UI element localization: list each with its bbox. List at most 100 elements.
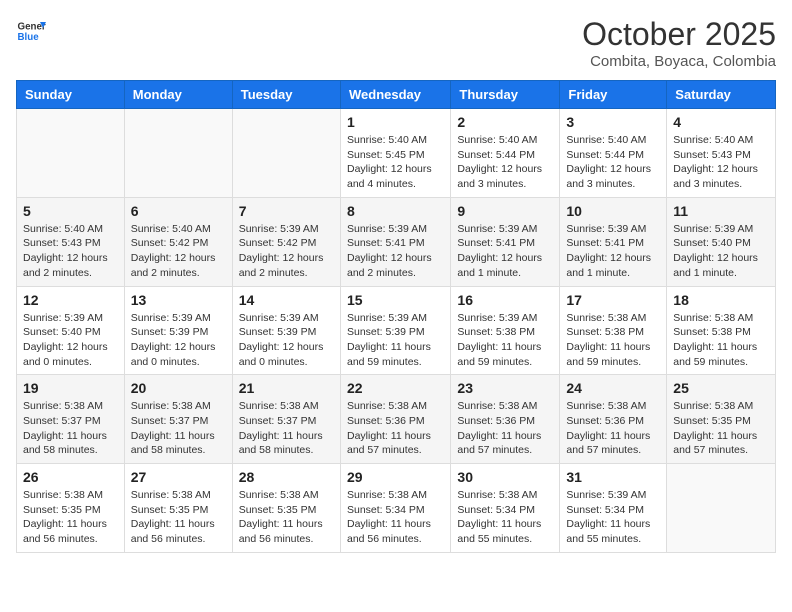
calendar-cell: 22Sunrise: 5:38 AM Sunset: 5:36 PM Dayli… <box>340 375 450 464</box>
day-number: 3 <box>566 114 660 130</box>
day-info: Sunrise: 5:38 AM Sunset: 5:35 PM Dayligh… <box>23 488 118 547</box>
day-info: Sunrise: 5:38 AM Sunset: 5:36 PM Dayligh… <box>566 399 660 458</box>
calendar-cell: 21 Sunrise: 5:38 AM Sunset: 5:37 PM Dayli… <box>232 375 340 464</box>
day-number: 17 <box>566 292 660 308</box>
weekday-header-friday: Friday <box>560 81 667 109</box>
day-number: 28 <box>239 469 334 485</box>
day-number: 31 <box>566 469 660 485</box>
day-info: Sunrise: 5:39 AM Sunset: 5:38 PM Dayligh… <box>457 311 553 370</box>
day-info: Sunrise: 5:40 AM Sunset: 5:43 PM Dayligh… <box>23 222 118 281</box>
calendar-cell: 27 Sunrise: 5:38 AM Sunset: 5:35 PM Dayli… <box>124 464 232 553</box>
calendar-cell: 23Sunrise: 5:38 AM Sunset: 5:36 PM Dayli… <box>451 375 560 464</box>
day-info: Sunrise: 5:38 AM Sunset: 5:37 PM Dayligh… <box>239 399 334 458</box>
day-number: 24 <box>566 380 660 396</box>
weekday-header-saturday: Saturday <box>667 81 776 109</box>
day-number: 9 <box>457 203 553 219</box>
calendar-cell: 26 Sunrise: 5:38 AM Sunset: 5:35 PM Dayli… <box>17 464 125 553</box>
day-number: 15 <box>347 292 444 308</box>
calendar-cell: 14 Sunrise: 5:39 AM Sunset: 5:39 PM Dayli… <box>232 286 340 375</box>
calendar-week-4: 19 Sunrise: 5:38 AM Sunset: 5:37 PM Dayli… <box>17 375 776 464</box>
calendar-table: SundayMondayTuesdayWednesdayThursdayFrid… <box>16 80 776 553</box>
svg-text:Blue: Blue <box>18 32 40 43</box>
day-info: Sunrise: 5:38 AM Sunset: 5:38 PM Dayligh… <box>673 311 769 370</box>
day-info: Sunrise: 5:39 AM Sunset: 5:39 PM Dayligh… <box>239 311 334 370</box>
calendar-week-3: 12 Sunrise: 5:39 AM Sunset: 5:40 PM Dayli… <box>17 286 776 375</box>
calendar-cell <box>124 109 232 198</box>
day-info: Sunrise: 5:40 AM Sunset: 5:45 PM Dayligh… <box>347 133 444 192</box>
day-info: Sunrise: 5:39 AM Sunset: 5:34 PM Dayligh… <box>566 488 660 547</box>
weekday-header-wednesday: Wednesday <box>340 81 450 109</box>
day-number: 19 <box>23 380 118 396</box>
day-number: 27 <box>131 469 226 485</box>
month-year: October 2025 <box>582 16 776 53</box>
day-info: Sunrise: 5:38 AM Sunset: 5:37 PM Dayligh… <box>131 399 226 458</box>
weekday-header-tuesday: Tuesday <box>232 81 340 109</box>
calendar-cell: 18 Sunrise: 5:38 AM Sunset: 5:38 PM Dayli… <box>667 286 776 375</box>
day-info: Sunrise: 5:40 AM Sunset: 5:43 PM Dayligh… <box>673 133 769 192</box>
day-number: 25 <box>673 380 769 396</box>
day-info: Sunrise: 5:39 AM Sunset: 5:39 PM Dayligh… <box>131 311 226 370</box>
calendar-cell: 31 Sunrise: 5:39 AM Sunset: 5:34 PM Dayli… <box>560 464 667 553</box>
day-number: 20 <box>131 380 226 396</box>
calendar-week-1: 1 Sunrise: 5:40 AM Sunset: 5:45 PM Daylig… <box>17 109 776 198</box>
day-number: 22 <box>347 380 444 396</box>
calendar-cell: 1 Sunrise: 5:40 AM Sunset: 5:45 PM Daylig… <box>340 109 450 198</box>
calendar-cell: 12 Sunrise: 5:39 AM Sunset: 5:40 PM Dayli… <box>17 286 125 375</box>
calendar-cell: 7Sunrise: 5:39 AM Sunset: 5:42 PM Daylig… <box>232 197 340 286</box>
day-info: Sunrise: 5:38 AM Sunset: 5:35 PM Dayligh… <box>673 399 769 458</box>
day-number: 4 <box>673 114 769 130</box>
day-info: Sunrise: 5:40 AM Sunset: 5:44 PM Dayligh… <box>566 133 660 192</box>
day-number: 10 <box>566 203 660 219</box>
day-info: Sunrise: 5:39 AM Sunset: 5:41 PM Dayligh… <box>457 222 553 281</box>
day-number: 26 <box>23 469 118 485</box>
calendar-cell: 19 Sunrise: 5:38 AM Sunset: 5:37 PM Dayli… <box>17 375 125 464</box>
day-number: 11 <box>673 203 769 219</box>
day-number: 2 <box>457 114 553 130</box>
day-number: 8 <box>347 203 444 219</box>
day-info: Sunrise: 5:38 AM Sunset: 5:34 PM Dayligh… <box>347 488 444 547</box>
calendar-cell: 24 Sunrise: 5:38 AM Sunset: 5:36 PM Dayli… <box>560 375 667 464</box>
day-number: 5 <box>23 203 118 219</box>
calendar-cell: 8Sunrise: 5:39 AM Sunset: 5:41 PM Daylig… <box>340 197 450 286</box>
day-number: 12 <box>23 292 118 308</box>
weekday-header-monday: Monday <box>124 81 232 109</box>
day-number: 23 <box>457 380 553 396</box>
calendar-cell: 3 Sunrise: 5:40 AM Sunset: 5:44 PM Daylig… <box>560 109 667 198</box>
calendar-cell: 11 Sunrise: 5:39 AM Sunset: 5:40 PM Dayli… <box>667 197 776 286</box>
day-info: Sunrise: 5:40 AM Sunset: 5:42 PM Dayligh… <box>131 222 226 281</box>
day-info: Sunrise: 5:39 AM Sunset: 5:41 PM Dayligh… <box>566 222 660 281</box>
calendar-cell: 4 Sunrise: 5:40 AM Sunset: 5:43 PM Daylig… <box>667 109 776 198</box>
calendar-cell <box>17 109 125 198</box>
day-number: 1 <box>347 114 444 130</box>
calendar-cell: 30Sunrise: 5:38 AM Sunset: 5:34 PM Dayli… <box>451 464 560 553</box>
day-number: 14 <box>239 292 334 308</box>
day-info: Sunrise: 5:39 AM Sunset: 5:42 PM Dayligh… <box>239 222 334 281</box>
day-number: 21 <box>239 380 334 396</box>
weekday-header-thursday: Thursday <box>451 81 560 109</box>
day-info: Sunrise: 5:38 AM Sunset: 5:35 PM Dayligh… <box>131 488 226 547</box>
calendar-cell: 28 Sunrise: 5:38 AM Sunset: 5:35 PM Dayli… <box>232 464 340 553</box>
calendar-cell: 25 Sunrise: 5:38 AM Sunset: 5:35 PM Dayli… <box>667 375 776 464</box>
day-info: Sunrise: 5:38 AM Sunset: 5:38 PM Dayligh… <box>566 311 660 370</box>
calendar-cell: 10 Sunrise: 5:39 AM Sunset: 5:41 PM Dayli… <box>560 197 667 286</box>
day-info: Sunrise: 5:39 AM Sunset: 5:40 PM Dayligh… <box>23 311 118 370</box>
calendar-cell: 2 Sunrise: 5:40 AM Sunset: 5:44 PM Daylig… <box>451 109 560 198</box>
day-info: Sunrise: 5:38 AM Sunset: 5:37 PM Dayligh… <box>23 399 118 458</box>
day-number: 18 <box>673 292 769 308</box>
day-info: Sunrise: 5:38 AM Sunset: 5:35 PM Dayligh… <box>239 488 334 547</box>
calendar-week-5: 26 Sunrise: 5:38 AM Sunset: 5:35 PM Dayli… <box>17 464 776 553</box>
weekday-header-sunday: Sunday <box>17 81 125 109</box>
calendar-week-2: 5 Sunrise: 5:40 AM Sunset: 5:43 PM Daylig… <box>17 197 776 286</box>
day-info: Sunrise: 5:40 AM Sunset: 5:44 PM Dayligh… <box>457 133 553 192</box>
weekday-header-row: SundayMondayTuesdayWednesdayThursdayFrid… <box>17 81 776 109</box>
calendar-cell: 15 Sunrise: 5:39 AM Sunset: 5:39 PM Dayli… <box>340 286 450 375</box>
calendar-cell: 5 Sunrise: 5:40 AM Sunset: 5:43 PM Daylig… <box>17 197 125 286</box>
location: Combita, Boyaca, Colombia <box>582 53 776 70</box>
calendar-cell: 6 Sunrise: 5:40 AM Sunset: 5:42 PM Daylig… <box>124 197 232 286</box>
calendar-cell: 16Sunrise: 5:39 AM Sunset: 5:38 PM Dayli… <box>451 286 560 375</box>
day-info: Sunrise: 5:39 AM Sunset: 5:40 PM Dayligh… <box>673 222 769 281</box>
day-info: Sunrise: 5:39 AM Sunset: 5:39 PM Dayligh… <box>347 311 444 370</box>
title-block: October 2025 Combita, Boyaca, Colombia <box>582 16 776 70</box>
calendar-cell: 29Sunrise: 5:38 AM Sunset: 5:34 PM Dayli… <box>340 464 450 553</box>
day-number: 6 <box>131 203 226 219</box>
